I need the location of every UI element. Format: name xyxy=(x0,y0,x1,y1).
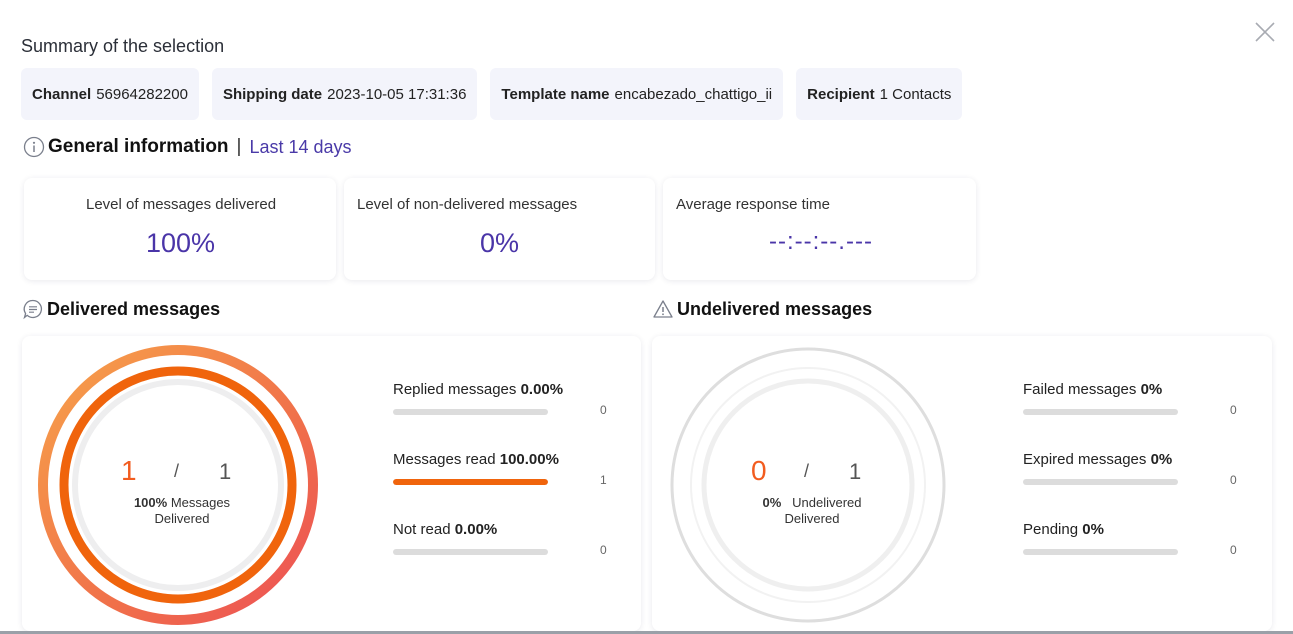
delivered-total: 1 xyxy=(219,459,232,484)
delivered-donut-chart xyxy=(38,345,318,625)
count-slash: / xyxy=(804,461,810,481)
template-name-chip: Template name encabezado_chattigo_ii xyxy=(490,68,784,120)
metric-read: Messages read 100.00% 1 xyxy=(393,451,623,487)
shipping-date-chip: Shipping date 2023-10-05 17:31:36 xyxy=(211,68,478,120)
chip-key: Shipping date xyxy=(222,85,323,103)
kpi-non-delivered-level: Level of non-delivered messages 0% xyxy=(344,178,655,280)
metric-bar-track xyxy=(393,409,548,415)
kpi-average-response-time: Average response time --:--:--.--- xyxy=(663,178,976,280)
undelivered-panel: 0 / 1 0% Undelivered Delivered Failed me… xyxy=(652,336,1272,631)
metric-bar-track xyxy=(1023,479,1178,485)
info-icon xyxy=(23,136,45,158)
metric-replied: Replied messages 0.00% 0 xyxy=(393,381,623,417)
kpi-value: 100% xyxy=(146,228,216,258)
metric-count: 1 xyxy=(600,473,607,487)
metric-count: 0 xyxy=(1230,543,1237,557)
count-slash: / xyxy=(174,461,180,481)
metric-label: Messages read 100.00% xyxy=(393,451,559,468)
modal-title: Summary of the selection xyxy=(21,36,225,56)
metric-not-read: Not read 0.00% 0 xyxy=(393,521,623,557)
caption-line-2: Delivered xyxy=(154,511,210,526)
date-range-link[interactable]: Last 14 days xyxy=(249,137,351,158)
selection-chips: Channel 56964282200 Shipping date 2023-1… xyxy=(21,68,963,120)
close-icon xyxy=(1255,22,1275,42)
chip-value: 56964282200 xyxy=(96,85,188,103)
metric-bar-track xyxy=(393,549,548,555)
channel-chip: Channel 56964282200 xyxy=(21,68,199,120)
delivered-title: Delivered messages xyxy=(47,298,221,319)
chip-key: Template name xyxy=(501,85,610,103)
kpi-label: Level of non-delivered messages xyxy=(357,196,578,213)
metric-count: 0 xyxy=(600,403,607,417)
kpi-label: Average response time xyxy=(676,196,830,213)
undelivered-percent: 0% xyxy=(762,495,782,510)
chat-bubble-icon xyxy=(22,298,44,320)
delivered-count: 1 xyxy=(121,455,137,486)
metric-bar-track xyxy=(393,479,548,485)
header-separator: | xyxy=(236,136,242,157)
summary-modal: Summary of the selection Channel 5696428… xyxy=(0,0,1293,631)
general-info-header: General information | Last 14 days xyxy=(23,136,352,158)
chip-value: 2023-10-05 17:31:36 xyxy=(327,85,467,103)
kpi-delivered-level: Level of messages delivered 100% xyxy=(24,178,336,280)
undelivered-header: Undelivered messages xyxy=(652,298,872,320)
inner-face xyxy=(72,379,284,591)
metric-expired: Expired messages 0% 0 xyxy=(1023,451,1253,487)
metric-label: Failed messages 0% xyxy=(1023,381,1163,398)
metric-label: Not read 0.00% xyxy=(393,521,498,538)
metric-count: 0 xyxy=(1230,403,1237,417)
metric-bar-track xyxy=(1023,549,1178,555)
undelivered-count: 0 xyxy=(751,455,767,486)
chip-value: encabezado_chattigo_ii xyxy=(614,85,773,103)
delivered-header: Delivered messages xyxy=(22,298,220,320)
metric-label: Expired messages 0% xyxy=(1023,451,1173,468)
undelivered-total: 1 xyxy=(849,459,862,484)
kpi-value: --:--:--.--- xyxy=(769,228,873,255)
delivered-panel: 1 / 1 100% Messages Delivered Replied me… xyxy=(22,336,641,631)
metric-pending: Pending 0% 0 xyxy=(1023,521,1253,557)
delivered-percent: 100% xyxy=(133,495,168,510)
metric-count: 0 xyxy=(1230,473,1237,487)
kpi-label: Level of messages delivered xyxy=(86,196,277,213)
metric-count: 0 xyxy=(600,543,607,557)
warning-triangle-icon xyxy=(652,298,674,320)
kpi-value: 0% xyxy=(480,228,520,258)
undelivered-caption: 0% Undelivered Delivered xyxy=(747,495,877,527)
metric-failed: Failed messages 0% 0 xyxy=(1023,381,1253,417)
caption-line-2: Delivered xyxy=(784,511,840,526)
recipient-chip: Recipient 1 Contacts xyxy=(796,68,963,120)
inner-face xyxy=(701,378,915,592)
chip-key: Channel xyxy=(32,85,92,103)
close-button[interactable] xyxy=(1253,20,1277,44)
metric-label: Pending 0% xyxy=(1023,521,1104,538)
chip-key: Recipient xyxy=(807,85,875,103)
undelivered-title: Undelivered messages xyxy=(677,298,873,319)
general-info-title: General information xyxy=(48,136,229,157)
caption-line-1: Undelivered xyxy=(792,495,862,510)
caption-line-1: Messages xyxy=(170,495,231,510)
undelivered-donut-chart xyxy=(670,347,946,623)
delivered-caption: 100% Messages Delivered xyxy=(122,495,242,527)
metric-bar-track xyxy=(1023,409,1178,415)
metric-label: Replied messages 0.00% xyxy=(393,381,564,398)
chip-value: 1 Contacts xyxy=(879,85,952,103)
metric-bar-fill xyxy=(393,479,548,485)
